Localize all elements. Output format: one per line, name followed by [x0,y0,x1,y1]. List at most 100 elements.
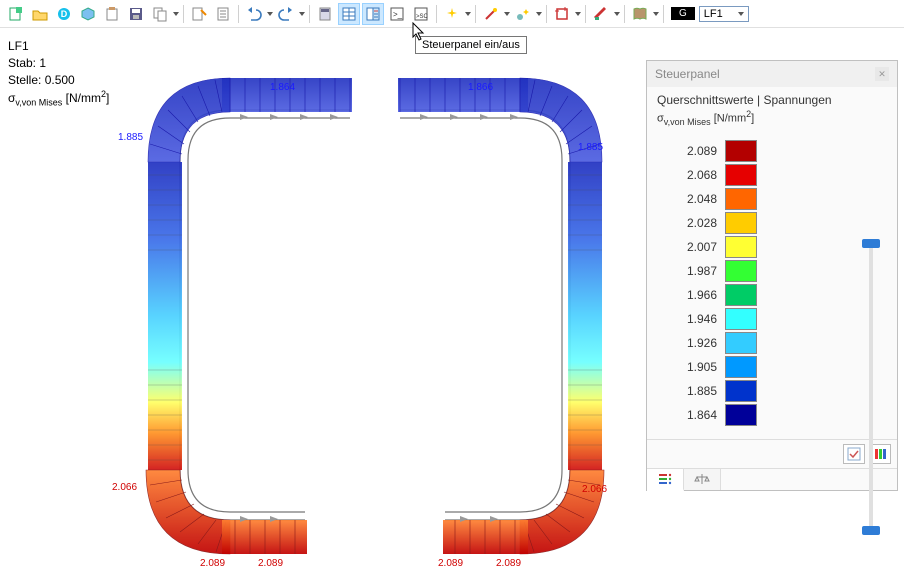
tab-balance[interactable] [684,469,721,490]
panel-footer [647,439,897,468]
legend-value: 1.966 [657,288,717,302]
legend-swatch [725,260,757,282]
legend-row: 2.007 [657,235,887,259]
legend-value: 1.946 [657,312,717,326]
sparkle-node-dropdown[interactable] [535,12,543,16]
legend-row: 1.946 [657,307,887,331]
main-toolbar: D >_ >SC G LF1 [0,0,904,28]
panel-tabs [647,468,897,490]
undo-icon[interactable] [243,3,265,25]
legend-swatch [725,284,757,306]
loadcase-combo[interactable]: LF1 [699,6,749,22]
legend-swatch [725,164,757,186]
panel-stress-type: σv,von Mises [N/mm2] [647,109,897,135]
panel-toggle-icon[interactable] [362,3,384,25]
label-low-right: 2.066 [582,484,607,495]
legend-value: 1.885 [657,384,717,398]
svg-text:D: D [61,9,68,19]
undo-dropdown[interactable] [266,12,274,16]
label-bot-r1: 2.089 [438,558,463,569]
crop-dropdown[interactable] [574,12,582,16]
file-new-icon[interactable] [5,3,27,25]
label-bot-l2: 2.089 [258,558,283,569]
legend-slider-min[interactable] [862,526,880,535]
redo-dropdown[interactable] [298,12,306,16]
legend-value: 2.007 [657,240,717,254]
legend-row: 2.089 [657,139,887,163]
brush-dropdown[interactable] [613,12,621,16]
legend-value: 2.068 [657,168,717,182]
book-dropdown[interactable] [652,12,660,16]
legend-swatch [725,212,757,234]
script-icon[interactable]: >SC [410,3,432,25]
folder-open-icon[interactable] [29,3,51,25]
label-top-right: 1.866 [468,82,493,93]
legend-swatch [725,380,757,402]
tab-colors[interactable] [647,469,684,491]
legend-value: 2.048 [657,192,717,206]
cross-section-view[interactable]: 1.864 1.866 1.885 1.885 2.066 2.066 2.08… [0,30,640,585]
redo-icon[interactable] [275,3,297,25]
table-icon[interactable] [338,3,360,25]
legend-row: 1.864 [657,403,887,427]
doc-icon[interactable] [212,3,234,25]
legend-swatch [725,188,757,210]
calculator-icon[interactable] [314,3,336,25]
label-low-left: 2.066 [112,482,137,493]
legend-row: 1.987 [657,259,887,283]
panel-titlebar[interactable]: Steuerpanel ✕ [647,61,897,87]
legend-value: 1.987 [657,264,717,278]
panel-title-text: Steuerpanel [655,67,720,81]
legend-row: 1.905 [657,355,887,379]
control-panel: Steuerpanel ✕ Querschnittswerte | Spannu… [646,60,898,491]
legend-slider-max[interactable] [862,239,880,248]
label-bot-r2: 2.089 [496,558,521,569]
label-bot-l1: 2.089 [200,558,225,569]
legend-value: 1.926 [657,336,717,350]
save-icon[interactable] [125,3,147,25]
clipboard-icon[interactable] [101,3,123,25]
svg-text:>SC: >SC [416,14,429,20]
panel-subtitle: Querschnittswerte | Spannungen [647,87,897,109]
copy-icon[interactable] [149,3,171,25]
legend-swatch [725,308,757,330]
legend-row: 2.048 [657,187,887,211]
doc-pencil-icon[interactable] [188,3,210,25]
label-mid-right: 1.885 [578,142,603,153]
cube-icon[interactable] [77,3,99,25]
legend-swatch [725,404,757,426]
crop-icon[interactable] [551,3,573,25]
label-mid-left: 1.885 [118,132,143,143]
tooltip: Steuerpanel ein/aus [415,36,527,54]
brush-icon[interactable] [590,3,612,25]
legend-row: 1.885 [657,379,887,403]
legend-row: 2.028 [657,211,887,235]
legend-row: 2.068 [657,163,887,187]
legend-value: 1.905 [657,360,717,374]
blue-circle-icon[interactable]: D [53,3,75,25]
apply-icon[interactable] [843,444,865,464]
sparkle-node-icon[interactable] [512,3,534,25]
color-legend: 2.089 2.068 2.048 2.028 2.007 1.987 1.966 1.946… [647,135,897,439]
legend-swatch [725,356,757,378]
spark1-dropdown[interactable] [464,12,472,16]
legend-swatch [725,140,757,162]
label-top-left: 1.864 [270,82,295,93]
legend-value: 2.089 [657,144,717,158]
legend-slider-track[interactable] [869,243,873,531]
console-icon[interactable]: >_ [386,3,408,25]
legend-swatch [725,332,757,354]
wand-dropdown[interactable] [503,12,511,16]
legend-row: 1.926 [657,331,887,355]
book-icon[interactable] [629,3,651,25]
svg-text:>_: >_ [393,10,403,19]
legend-value: 1.864 [657,408,717,422]
legend-value: 2.028 [657,216,717,230]
wand-icon[interactable] [480,3,502,25]
spark1-icon[interactable] [441,3,463,25]
legend-row: 1.966 [657,283,887,307]
legend-swatch [725,236,757,258]
copy-dropdown[interactable] [172,12,180,16]
loadcase-badge: G [671,7,695,20]
panel-close-icon[interactable]: ✕ [875,67,889,81]
